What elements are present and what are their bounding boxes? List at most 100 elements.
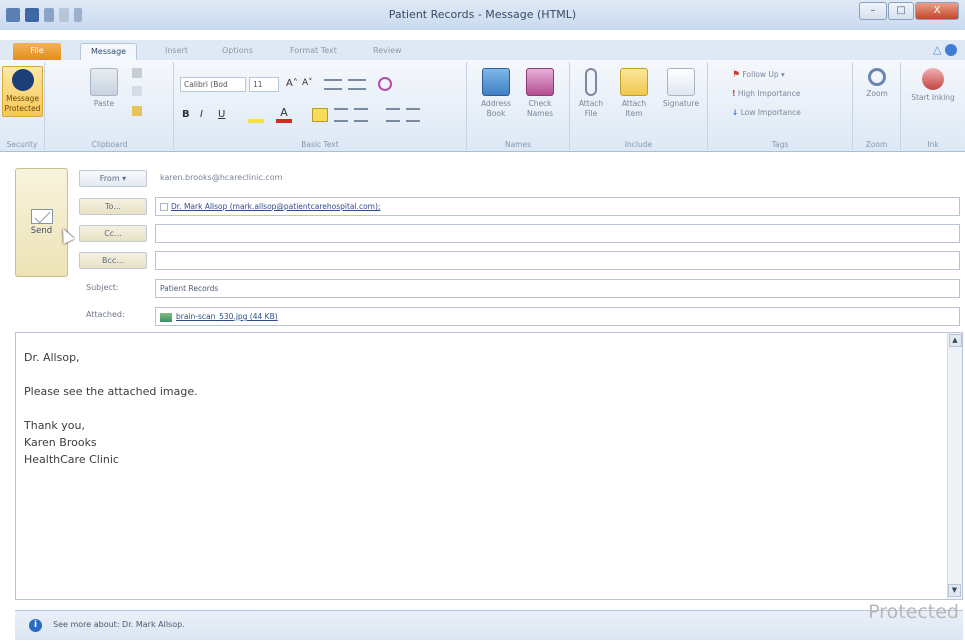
window-title: Patient Records - Message (HTML) <box>388 8 577 21</box>
group-security: Message Protected Security <box>0 62 45 150</box>
message-header: Send From ▾ karen.brooks@hcareclinic.com… <box>0 152 965 332</box>
paste-button[interactable]: Paste <box>86 68 122 109</box>
shrink-font-button[interactable]: A˅ <box>302 78 313 88</box>
group-names: Address Book Check Names Names <box>467 62 570 150</box>
attached-label: Attached: <box>86 310 125 319</box>
signature-icon <box>667 68 695 96</box>
bcc-button[interactable]: Bcc... <box>79 252 147 269</box>
bullets-icon[interactable] <box>324 79 342 90</box>
vertical-scrollbar[interactable]: ▲ ▼ <box>947 333 962 599</box>
from-button[interactable]: From ▾ <box>79 170 147 187</box>
message-body[interactable]: Dr. Allsop, Please see the attached imag… <box>15 332 963 600</box>
align-left-icon[interactable] <box>312 108 328 122</box>
ribbon-tabs: File Message Insert Options Format Text … <box>0 40 965 60</box>
group-zoom: Zoom Zoom <box>853 62 901 150</box>
protected-watermark: Protected <box>868 601 959 623</box>
font-name-select[interactable]: Calibri (Bod <box>180 77 246 92</box>
info-icon: i <box>29 619 42 632</box>
scroll-down-icon[interactable]: ▼ <box>948 584 961 597</box>
scroll-up-icon[interactable]: ▲ <box>948 334 962 347</box>
attach-item-button[interactable]: Attach Item <box>614 68 654 119</box>
group-tags: ⚑ Follow Up ▾ ! High Importance ↓ Low Im… <box>708 62 853 150</box>
people-pane-bar: i See more about: Dr. Mark Allsop. Prote… <box>15 601 963 640</box>
align-center-icon[interactable] <box>334 108 348 122</box>
subject-field[interactable]: Patient Records <box>155 279 960 298</box>
group-include: Attach File Attach Item Signature Includ… <box>570 62 708 150</box>
underline-button[interactable]: U <box>218 109 225 120</box>
maximize-button[interactable]: □ <box>888 2 914 20</box>
align-right-icon[interactable] <box>354 108 368 122</box>
ribbon: Message Protected Security Paste Clipboa… <box>0 60 965 152</box>
low-importance-button[interactable]: ↓ Low Importance <box>732 108 801 117</box>
contact-icon <box>160 203 168 211</box>
clear-formatting-icon[interactable] <box>378 77 392 91</box>
cut-icon[interactable] <box>132 68 142 78</box>
group-label-tags: Tags <box>771 140 789 149</box>
tab-review[interactable]: Review <box>363 43 412 60</box>
paste-icon <box>90 68 118 96</box>
tab-format-text[interactable]: Format Text <box>280 43 347 60</box>
recipient-to[interactable]: Dr. Mark Allsop (mark.allsop@patientcare… <box>171 202 380 211</box>
body-line <box>24 366 198 383</box>
minimize-button[interactable]: – <box>859 2 887 20</box>
attachment-item[interactable]: brain-scan_530.jpg (44 KB) <box>176 312 278 321</box>
address-book-button[interactable]: Address Book <box>475 68 517 119</box>
magnifier-icon <box>868 68 886 86</box>
increase-indent-icon[interactable] <box>406 108 420 122</box>
grow-font-button[interactable]: A˄ <box>286 78 298 89</box>
tab-message[interactable]: Message <box>80 43 138 60</box>
cc-button[interactable]: Cc... <box>79 225 147 242</box>
group-label-ink: Ink <box>927 140 939 149</box>
group-label-zoom: Zoom <box>865 140 888 149</box>
exclamation-icon: ! <box>732 89 736 98</box>
lock-icon <box>11 69 34 91</box>
format-painter-icon[interactable] <box>132 106 142 116</box>
to-field[interactable]: Dr. Mark Allsop (mark.allsop@patientcare… <box>155 197 960 216</box>
group-label-clipboard: Clipboard <box>91 140 128 149</box>
group-label-security: Security <box>6 140 38 149</box>
follow-up-button[interactable]: ⚑ Follow Up ▾ <box>732 70 785 80</box>
tab-options[interactable]: Options <box>212 43 263 60</box>
address-book-icon <box>482 68 510 96</box>
flag-icon: ⚑ <box>732 70 741 80</box>
start-inking-button[interactable]: Start Inking <box>911 68 955 103</box>
help-icon[interactable]: △ <box>933 43 957 56</box>
signature-button[interactable]: Signature <box>658 68 704 109</box>
body-line <box>24 400 198 417</box>
image-file-icon <box>160 312 172 322</box>
decrease-indent-icon[interactable] <box>386 108 400 122</box>
check-names-button[interactable]: Check Names <box>519 68 561 119</box>
font-color-icon[interactable]: A <box>276 107 292 123</box>
close-button[interactable]: X <box>915 2 959 20</box>
body-line: HealthCare Clinic <box>24 453 119 466</box>
down-arrow-icon: ↓ <box>732 108 739 117</box>
tab-file[interactable]: File <box>13 43 61 60</box>
cc-field[interactable] <box>155 224 960 243</box>
body-text[interactable]: Dr. Allsop, Please see the attached imag… <box>24 349 198 468</box>
body-line: Dr. Allsop, <box>24 351 80 364</box>
check-names-icon <box>526 68 554 96</box>
bold-button[interactable]: B <box>182 109 190 120</box>
high-importance-button[interactable]: ! High Importance <box>732 89 800 98</box>
paperclip-icon <box>585 68 597 96</box>
tab-insert[interactable]: Insert <box>155 43 198 60</box>
copy-icon[interactable] <box>132 86 142 96</box>
body-line: Thank you, <box>24 419 85 432</box>
zoom-button[interactable]: Zoom <box>857 68 897 99</box>
group-label-basic-text: Basic Text <box>301 140 339 149</box>
see-more-link[interactable]: See more about: Dr. Mark Allsop. <box>53 620 185 629</box>
group-ink: Start Inking Ink <box>901 62 965 150</box>
numbering-icon[interactable] <box>348 79 366 90</box>
attach-file-button[interactable]: Attach File <box>572 68 610 119</box>
window-controls: – □ X <box>859 2 959 20</box>
attach-item-icon <box>620 68 648 96</box>
font-size-select[interactable]: 11 <box>249 77 279 92</box>
italic-button[interactable]: I <box>200 109 203 120</box>
to-button[interactable]: To... <box>79 198 147 215</box>
send-button[interactable]: Send <box>15 168 68 277</box>
message-protected-button[interactable]: Message Protected <box>2 66 43 117</box>
highlight-icon[interactable] <box>248 107 264 123</box>
group-clipboard: Paste Clipboard <box>46 62 174 150</box>
group-label-include: Include <box>624 140 653 149</box>
bcc-field[interactable] <box>155 251 960 270</box>
